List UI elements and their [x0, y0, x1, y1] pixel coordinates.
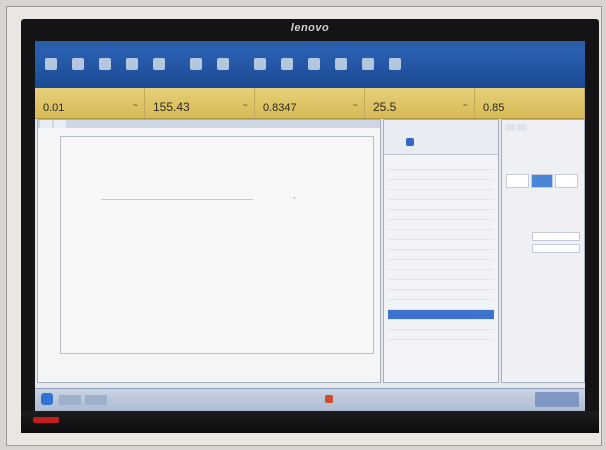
right-panel-tabs	[502, 120, 584, 135]
warning-icon[interactable]	[325, 395, 333, 403]
monitor: lenovo 0.01 ~ 155.43 ~ 0.8347 ~ 25.5 ~ 0…	[21, 19, 599, 433]
readout-strip: 0.01 ~ 155.43 ~ 0.8347 ~ 25.5 ~ 0.85	[35, 88, 585, 119]
toolbar-icon	[126, 58, 138, 70]
property-tree	[384, 120, 498, 155]
plot-panel-tabs	[38, 120, 380, 128]
main-area: ◦	[35, 119, 585, 387]
monitor-bezel	[21, 411, 599, 433]
property-row[interactable]	[388, 300, 494, 310]
readout-separator: ~	[462, 100, 468, 110]
system-tray[interactable]	[535, 392, 579, 407]
toolbar-icon	[99, 58, 111, 70]
toolbar-icon	[153, 58, 165, 70]
plot-panel: ◦	[37, 119, 381, 383]
toolbar-icon	[281, 58, 293, 70]
readout-3: 0.8347 ~	[255, 88, 365, 118]
property-row[interactable]	[388, 180, 494, 190]
color-grid	[506, 174, 579, 188]
taskbar-item[interactable]	[59, 395, 81, 405]
screen: 0.01 ~ 155.43 ~ 0.8347 ~ 25.5 ~ 0.85 ◦	[35, 41, 585, 411]
readout-value: 0.85	[483, 102, 505, 114]
toolbar-icon	[362, 58, 374, 70]
plot-area[interactable]: ◦	[60, 136, 374, 354]
right-panel	[501, 119, 585, 383]
plot-tab[interactable]	[40, 120, 53, 128]
toolbar-icon	[72, 58, 84, 70]
ribbon-button-13[interactable]	[383, 54, 407, 88]
readout-1: 0.01 ~	[35, 88, 145, 118]
ribbon-button-9[interactable]	[275, 54, 299, 88]
toolbar-icon	[389, 58, 401, 70]
property-row[interactable]	[388, 280, 494, 290]
readout-2: 155.43 ~	[145, 88, 255, 118]
property-row[interactable]	[388, 220, 494, 230]
plot-tab[interactable]	[54, 120, 66, 128]
title-bar	[35, 41, 585, 48]
readout-value: 25.5	[373, 100, 397, 114]
ribbon-button-10[interactable]	[302, 54, 326, 88]
property-row[interactable]	[388, 290, 494, 300]
property-row[interactable]	[388, 240, 494, 250]
toolbar-icon	[217, 58, 229, 70]
readout-value: 155.43	[153, 100, 190, 114]
grid-cell[interactable]	[506, 174, 529, 188]
ribbon-button-5[interactable]	[147, 54, 171, 88]
ribbon-button-2[interactable]	[66, 54, 90, 88]
ribbon-button-7[interactable]	[211, 54, 235, 88]
grid-cell-selected[interactable]	[530, 174, 554, 188]
plot-cursor-marker[interactable]: ◦	[293, 195, 295, 202]
ribbon-button-11[interactable]	[329, 54, 353, 88]
readout-4: 25.5 ~	[365, 88, 475, 118]
plot-trace	[101, 199, 253, 200]
start-button[interactable]	[41, 393, 53, 405]
ribbon-toolbar	[35, 48, 585, 88]
property-panel	[383, 119, 499, 383]
property-row[interactable]	[388, 170, 494, 180]
ribbon-button-4[interactable]	[120, 54, 144, 88]
right-field[interactable]	[532, 244, 580, 253]
property-row[interactable]	[388, 320, 494, 330]
right-tab[interactable]	[517, 124, 528, 131]
property-row-selected[interactable]	[388, 310, 494, 320]
ribbon-button-8[interactable]	[248, 54, 272, 88]
toolbar-icon	[190, 58, 202, 70]
taskbar	[35, 388, 585, 411]
grid-cell[interactable]	[555, 174, 579, 188]
property-row[interactable]	[388, 260, 494, 270]
right-tab[interactable]	[505, 124, 516, 131]
ribbon-button-6[interactable]	[184, 54, 208, 88]
readout-separator: ~	[132, 100, 138, 110]
property-row[interactable]	[388, 230, 494, 240]
readout-separator: ~	[352, 100, 358, 110]
monitor-brand-logo: lenovo	[290, 22, 330, 34]
right-field[interactable]	[532, 232, 580, 241]
ribbon-button-1[interactable]	[39, 54, 63, 88]
photo-frame: lenovo 0.01 ~ 155.43 ~ 0.8347 ~ 25.5 ~ 0…	[6, 6, 602, 446]
property-row[interactable]	[388, 270, 494, 280]
power-indicator	[33, 417, 59, 423]
taskbar-item[interactable]	[85, 395, 107, 405]
tree-node-icon[interactable]	[406, 138, 414, 146]
toolbar-icon	[254, 58, 266, 70]
toolbar-icon	[308, 58, 320, 70]
readout-separator: ~	[242, 100, 248, 110]
readout-value: 0.01	[43, 102, 65, 114]
readout-5: 0.85	[475, 88, 585, 118]
property-row[interactable]	[388, 190, 494, 200]
property-row[interactable]	[388, 250, 494, 260]
readout-value: 0.8347	[263, 102, 297, 114]
property-row[interactable]	[388, 210, 494, 220]
ribbon-button-3[interactable]	[93, 54, 117, 88]
property-list	[388, 160, 494, 340]
toolbar-icon	[335, 58, 347, 70]
property-row[interactable]	[388, 330, 494, 340]
property-row[interactable]	[388, 160, 494, 170]
property-row[interactable]	[388, 200, 494, 210]
toolbar-icon	[45, 58, 57, 70]
ribbon-button-12[interactable]	[356, 54, 380, 88]
